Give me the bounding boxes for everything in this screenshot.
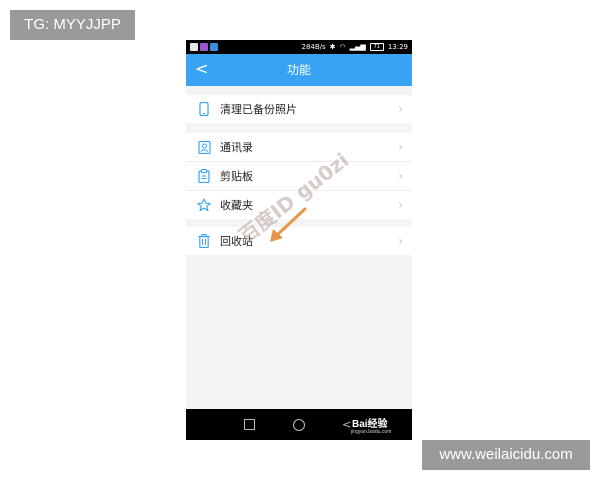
app-notification-icon: [190, 43, 198, 51]
app-notification-icon: [200, 43, 208, 51]
recent-apps-button[interactable]: [244, 419, 255, 430]
phone-icon: [197, 102, 211, 116]
status-bar: 284B/s ✱ ◠ ▂▄▆ 71 13:29: [186, 40, 412, 54]
chevron-right-icon: ›: [398, 198, 403, 212]
battery-icon: 71: [369, 43, 384, 51]
baidu-jingyan-url: jingyan.baidu.com: [351, 429, 392, 435]
network-speed: 284B/s: [301, 43, 326, 51]
page-title: 功能: [286, 63, 311, 77]
wifi-icon: ◠: [339, 43, 346, 51]
signal-icon: ▂▄▆: [349, 43, 366, 51]
menu-group-3: 回收站 ›: [186, 227, 412, 255]
home-button[interactable]: [293, 419, 305, 431]
chevron-right-icon: ›: [398, 102, 403, 116]
watermark-tag-bottom: www.weilaicidu.com: [422, 440, 590, 470]
notification-icons: [190, 43, 218, 51]
bluetooth-icon: ✱: [329, 43, 336, 51]
star-icon: [197, 198, 211, 212]
chevron-right-icon: ›: [398, 234, 403, 248]
chevron-right-icon: ›: [398, 169, 403, 183]
title-bar: < 功能: [186, 54, 412, 86]
navigation-bar: < Bai经验 jingyan.baidu.com: [186, 409, 412, 440]
nav-back-icon[interactable]: <: [342, 409, 351, 440]
phone-screen: 284B/s ✱ ◠ ▂▄▆ 71 13:29 < 功能 清理已备份照片 › 通…: [186, 40, 412, 440]
menu-item-clean-backed-photos[interactable]: 清理已备份照片 ›: [186, 95, 412, 123]
trash-icon: [197, 234, 211, 248]
menu-item-contacts[interactable]: 通讯录 ›: [186, 133, 412, 161]
menu-item-recycle-bin[interactable]: 回收站 ›: [186, 227, 412, 255]
app-notification-icon: [210, 43, 218, 51]
watermark-tag-top: TG: MYYJJPP: [10, 10, 135, 40]
chevron-right-icon: ›: [398, 140, 403, 154]
menu-item-label: 通讯录: [220, 141, 253, 154]
menu-item-label: 剪贴板: [220, 170, 253, 183]
baidu-jingyan-logo: Bai经验: [352, 419, 388, 430]
clipboard-icon: [197, 169, 211, 183]
contacts-icon: [197, 140, 211, 154]
menu-item-label: 清理已备份照片: [220, 103, 297, 116]
menu-group-1: 清理已备份照片 ›: [186, 95, 412, 123]
clock: 13:29: [387, 43, 408, 51]
menu-item-label: 收藏夹: [220, 199, 253, 212]
